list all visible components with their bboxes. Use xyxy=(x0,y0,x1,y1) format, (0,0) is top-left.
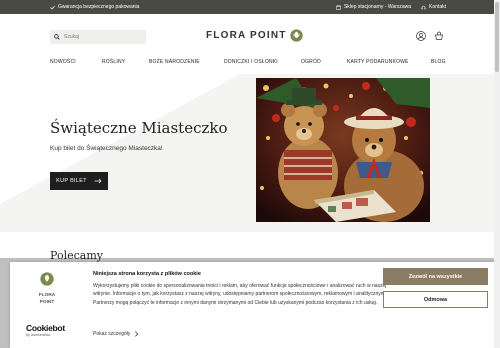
header: FLORA POINT xyxy=(0,14,494,60)
search-icon xyxy=(54,34,60,40)
hero-banner: Świąteczne Miasteczko Kup bilet do Świąt… xyxy=(0,74,494,232)
cookie-logo-line1: FLORA xyxy=(38,293,56,298)
accept-all-button[interactable]: Zezwól na wszystkie xyxy=(383,268,488,285)
top-bar: Gwarancja bezpiecznego pakowania Sklep s… xyxy=(0,0,494,14)
store-icon xyxy=(336,4,341,10)
contact-text: Kontakt xyxy=(429,4,446,10)
buy-ticket-label: KUP BILET xyxy=(56,178,87,184)
buy-ticket-button[interactable]: KUP BILET xyxy=(50,172,108,190)
nav-item-nowosci[interactable]: NOWOŚCI xyxy=(50,59,76,65)
cookie-logo: FLORA POINT xyxy=(32,272,62,305)
guarantee-info: Gwarancja bezpiecznego pakowania xyxy=(50,4,139,10)
logo-icon xyxy=(289,29,303,42)
store-text: Sklep stacjonarny - Warszawa xyxy=(343,4,412,10)
chevron-right-icon xyxy=(135,331,139,337)
nav-item-blog[interactable]: BLOG xyxy=(431,59,446,65)
cookiebot-brand-name: Cookiebot xyxy=(26,323,65,333)
show-details-label: Pokaż szczegóły xyxy=(93,331,131,337)
check-icon xyxy=(50,5,55,10)
nav-item-rosliny[interactable]: ROŚLINY xyxy=(102,59,125,65)
logo[interactable]: FLORA POINT xyxy=(206,29,303,42)
page-scrollbar[interactable] xyxy=(494,0,500,348)
nav-item-boze-narodzenie[interactable]: BOŻE NARODZENIE xyxy=(149,59,200,65)
scrollbar-thumb[interactable] xyxy=(495,2,499,72)
guarantee-text: Gwarancja bezpiecznego pakowania xyxy=(58,4,140,10)
cookie-banner: FLORA POINT Cookiebot by Usercentrics Ni… xyxy=(10,262,494,348)
flora-logo-icon xyxy=(40,272,54,286)
user-icon[interactable] xyxy=(416,31,426,41)
hero-image xyxy=(256,78,430,222)
logo-text: FLORA POINT xyxy=(206,30,287,41)
cookie-logo-line2: POINT xyxy=(39,300,55,305)
search-box[interactable] xyxy=(50,30,146,44)
headset-icon xyxy=(421,5,426,9)
cookiebot-brand[interactable]: Cookiebot by Usercentrics xyxy=(26,323,65,337)
store-link[interactable]: Sklep stacjonarny - Warszawa xyxy=(336,4,411,10)
nav-item-doniczki[interactable]: DONICZKI I OSŁONKI xyxy=(224,59,278,65)
contact-link[interactable]: Kontakt xyxy=(421,4,446,10)
arrow-right-icon xyxy=(94,178,102,184)
reject-button[interactable]: Odmowa xyxy=(383,291,488,308)
main-nav: NOWOŚCI ROŚLINY BOŻE NARODZENIE DONICZKI… xyxy=(0,56,494,70)
cart-icon[interactable] xyxy=(434,31,444,41)
cookie-text: Wykorzystujemy pliki cookie do spersonal… xyxy=(93,283,387,306)
cookie-title: Niniejsza strona korzysta z plików cooki… xyxy=(93,271,201,277)
nav-item-karty-podarunkowe[interactable]: KARTY PODARUNKOWE xyxy=(347,59,409,65)
search-input[interactable] xyxy=(64,34,134,40)
hero-subtitle: Kup bilet do Świątecznego Miasteczka! xyxy=(50,145,163,152)
hero-title: Świąteczne Miasteczko xyxy=(50,119,228,137)
nav-item-ogrod[interactable]: OGRÓD xyxy=(301,59,321,65)
show-details-link[interactable]: Pokaż szczegóły xyxy=(93,331,139,337)
cookiebot-brand-sub: by Usercentrics xyxy=(26,333,51,337)
